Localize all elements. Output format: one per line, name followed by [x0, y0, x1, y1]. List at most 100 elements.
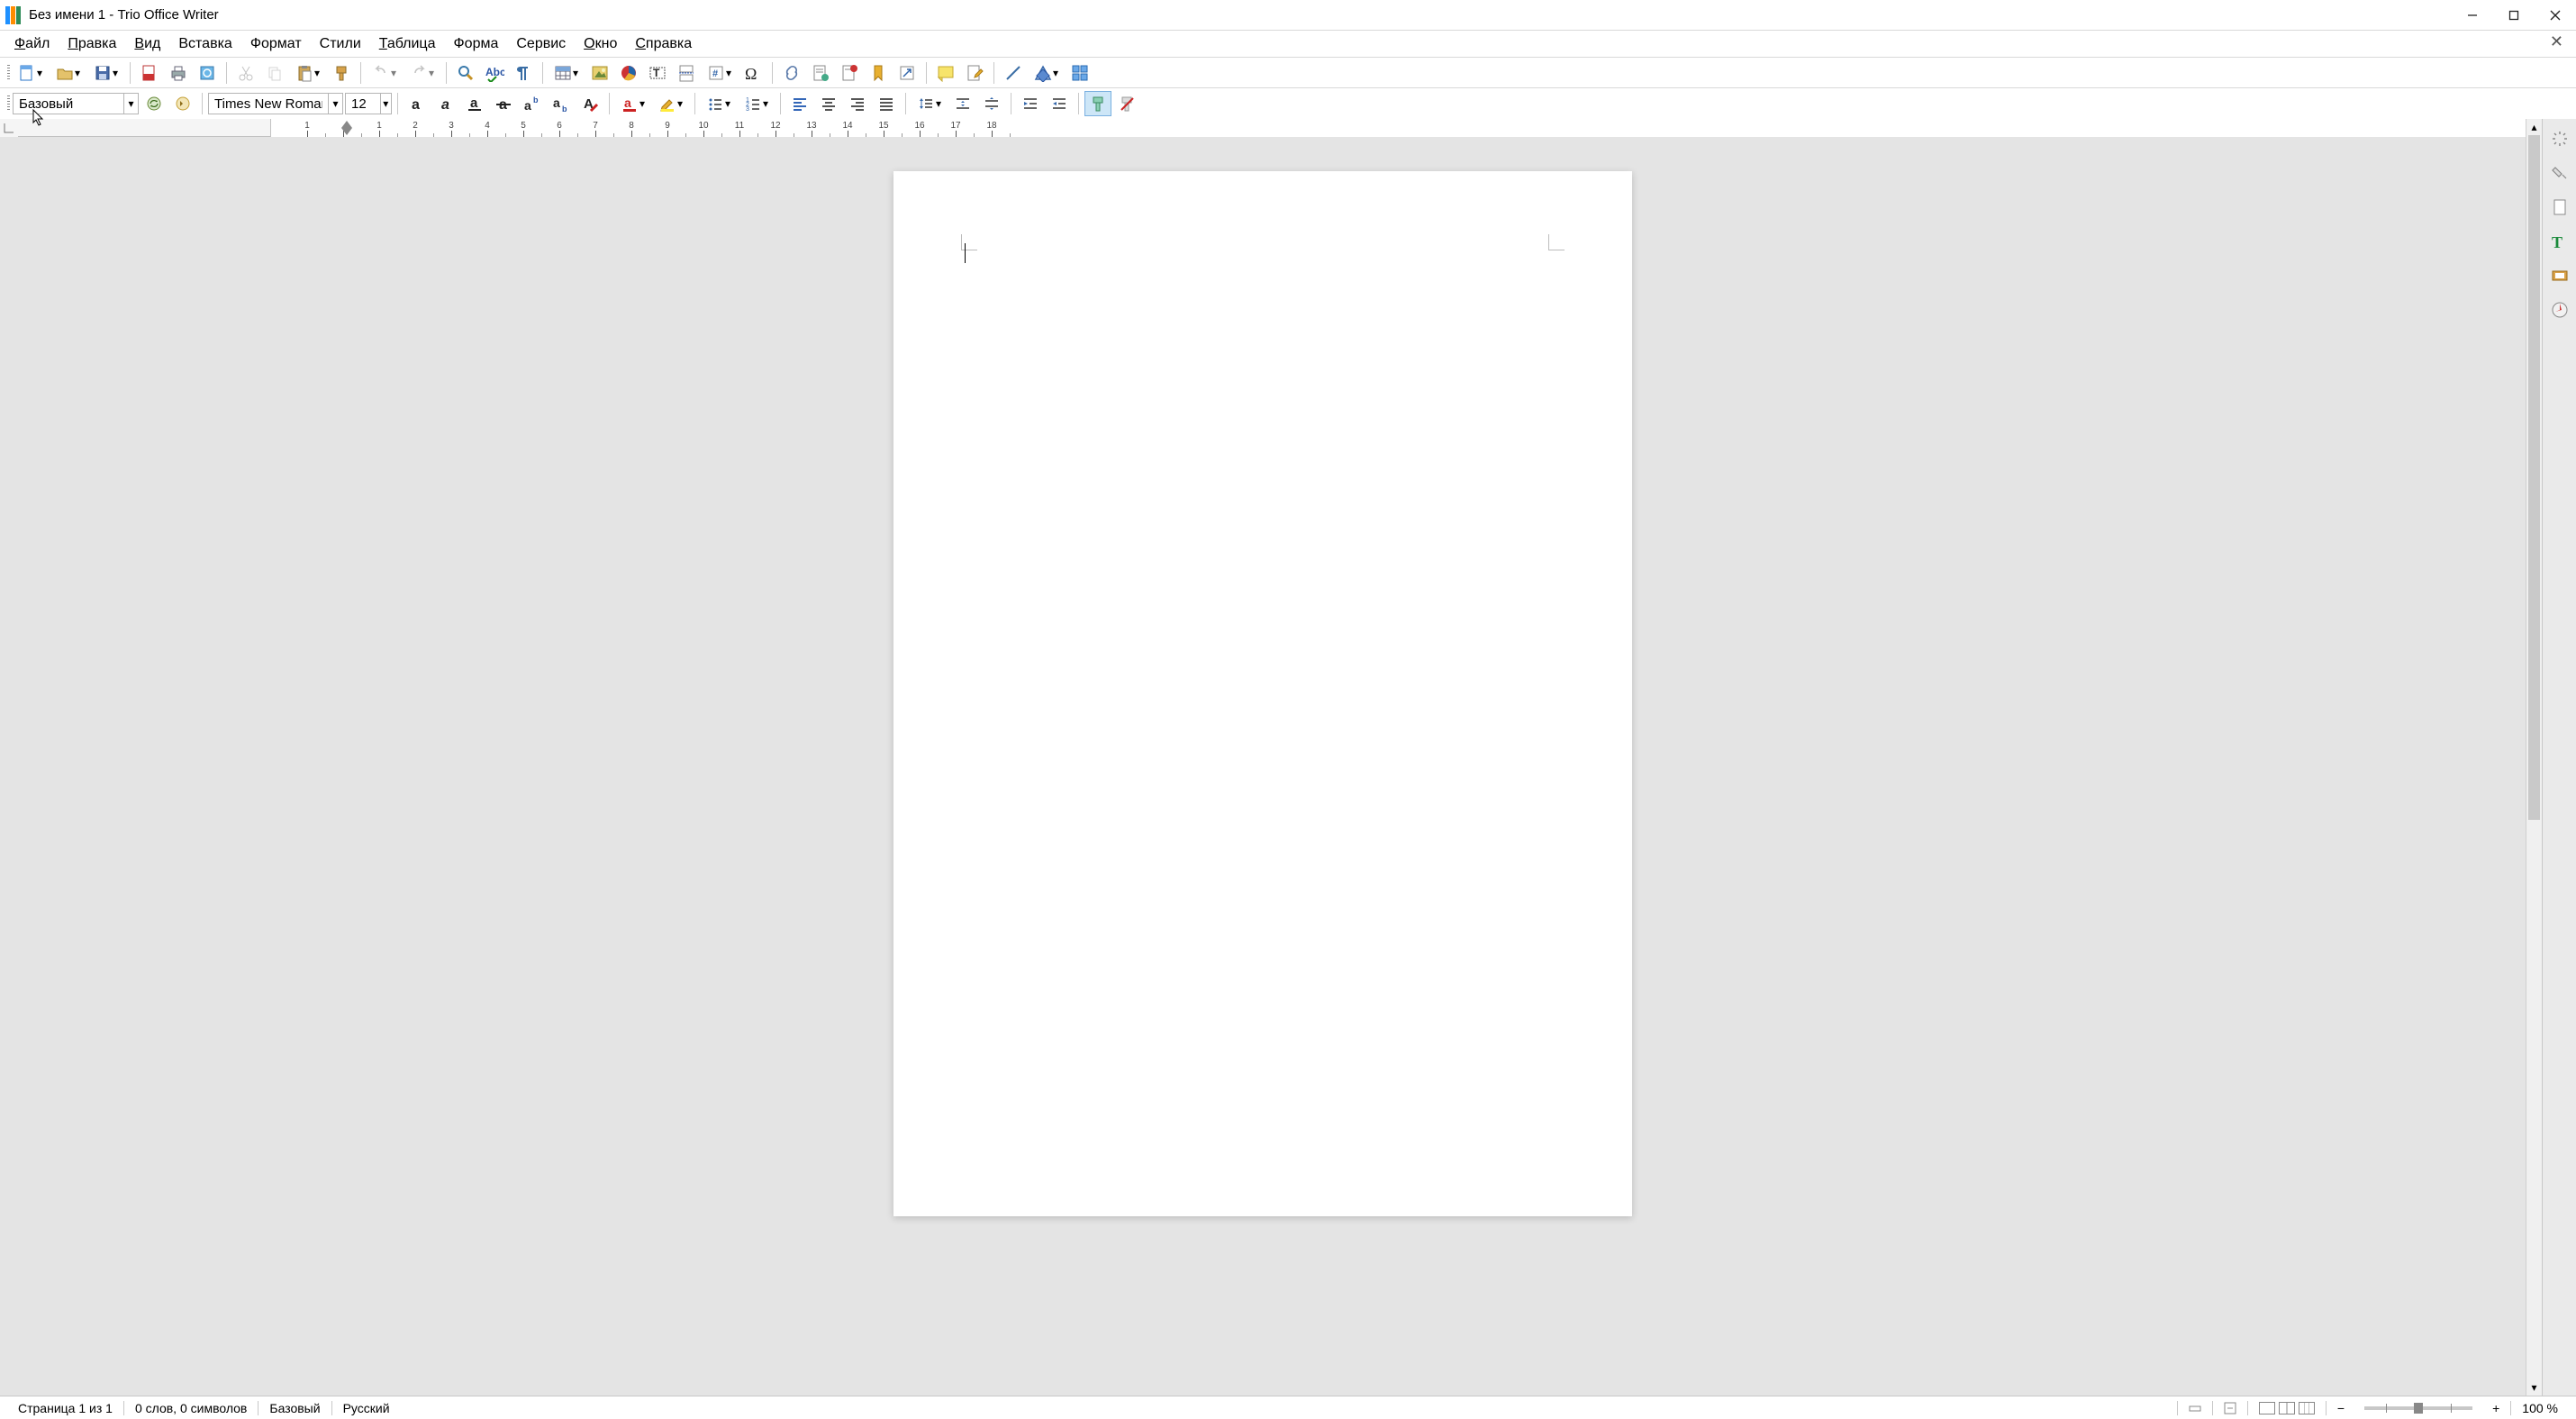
sidebar-navigator-button[interactable] — [2545, 296, 2574, 324]
strikethrough-button[interactable]: a — [490, 91, 517, 116]
align-justify-button[interactable] — [873, 91, 900, 116]
clone-formatting-alt-button[interactable] — [1084, 91, 1111, 116]
insert-cross-ref-button[interactable] — [893, 60, 921, 86]
align-left-button[interactable] — [786, 91, 813, 116]
status-page-style[interactable]: Базовый — [259, 1396, 331, 1419]
menu-вид[interactable]: Вид — [125, 32, 169, 56]
line-spacing-button[interactable]: ▾ — [912, 91, 948, 116]
view-single-page-button[interactable] — [2259, 1402, 2275, 1414]
dropdown-arrow-icon[interactable]: ▾ — [123, 94, 138, 114]
update-style-button[interactable] — [141, 91, 168, 116]
insert-special-char-button[interactable]: Ω — [739, 60, 766, 86]
menu-окно[interactable]: Окно — [575, 32, 626, 56]
scroll-up-button[interactable]: ▴ — [2526, 119, 2542, 135]
decrease-indent-button[interactable] — [1046, 91, 1073, 116]
status-zoom-out[interactable]: − — [2327, 1396, 2355, 1419]
status-zoom-in[interactable]: + — [2481, 1396, 2510, 1419]
increase-indent-button[interactable] — [1017, 91, 1044, 116]
font-size-combo[interactable]: ▾ — [345, 93, 392, 114]
titlebar[interactable]: Без имени 1 - Trio Office Writer — [0, 0, 2576, 31]
insert-footnote-button[interactable] — [807, 60, 834, 86]
find-replace-button[interactable] — [452, 60, 479, 86]
sidebar-styles-button[interactable]: T — [2545, 227, 2574, 256]
font-name-combo[interactable]: ▾ — [208, 93, 343, 114]
numbered-list-button[interactable]: 123▾ — [739, 91, 775, 116]
zoom-slider-knob[interactable] — [2414, 1403, 2423, 1414]
sidebar-settings-button[interactable] — [2545, 124, 2574, 153]
document-viewport[interactable] — [0, 137, 2526, 1396]
menu-стили[interactable]: Стили — [311, 32, 370, 56]
menu-правка[interactable]: Правка — [59, 32, 125, 56]
draw-functions-button[interactable] — [1066, 60, 1093, 86]
horizontal-ruler[interactable]: 1123456789101112131415161718 — [0, 119, 2526, 137]
superscript-button[interactable]: ab — [519, 91, 546, 116]
new-style-button[interactable] — [169, 91, 196, 116]
font-color-button[interactable]: a▾ — [615, 91, 651, 116]
insert-table-button[interactable]: ▾ — [549, 60, 585, 86]
maximize-button[interactable] — [2493, 0, 2535, 31]
redo-button[interactable]: ▾ — [404, 60, 440, 86]
bold-button[interactable]: a — [404, 91, 431, 116]
subscript-button[interactable]: ab — [548, 91, 575, 116]
paragraph-style-input[interactable] — [14, 94, 123, 114]
dropdown-arrow-icon[interactable]: ▾ — [328, 94, 342, 114]
track-changes-button[interactable] — [961, 60, 988, 86]
menu-форма[interactable]: Форма — [445, 32, 508, 56]
minimize-button[interactable] — [2452, 0, 2493, 31]
cut-button[interactable] — [232, 60, 259, 86]
insert-image-button[interactable] — [586, 60, 613, 86]
export-pdf-button[interactable] — [136, 60, 163, 86]
formatting-marks-button[interactable] — [510, 60, 537, 86]
clear-direct-formatting-button[interactable] — [1113, 91, 1140, 116]
paste-button[interactable]: ▾ — [290, 60, 326, 86]
clear-formatting-button[interactable]: A — [576, 91, 603, 116]
status-page[interactable]: Страница 1 из 1 — [7, 1396, 123, 1419]
font-name-input[interactable] — [209, 94, 328, 114]
insert-chart-button[interactable] — [615, 60, 642, 86]
print-button[interactable] — [165, 60, 192, 86]
insert-field-button[interactable]: # ▾ — [702, 60, 738, 86]
open-document-button[interactable]: ▾ — [50, 60, 86, 86]
draw-line-button[interactable] — [1000, 60, 1027, 86]
copy-button[interactable] — [261, 60, 288, 86]
status-zoom-level[interactable]: 100 % — [2511, 1396, 2569, 1419]
italic-button[interactable]: a — [432, 91, 459, 116]
document-page[interactable] — [893, 171, 1632, 1216]
insert-page-break-button[interactable] — [673, 60, 700, 86]
underline-button[interactable]: a — [461, 91, 488, 116]
close-button[interactable] — [2535, 0, 2576, 31]
insert-comment-button[interactable] — [932, 60, 959, 86]
font-size-input[interactable] — [346, 94, 380, 114]
close-document-button[interactable]: ✕ — [2546, 32, 2567, 51]
align-center-button[interactable] — [815, 91, 842, 116]
bullet-list-button[interactable]: ▾ — [701, 91, 737, 116]
dropdown-arrow-icon[interactable]: ▾ — [380, 94, 391, 114]
basic-shapes-button[interactable]: ▾ — [1029, 60, 1065, 86]
status-wordcount[interactable]: 0 слов, 0 символов — [124, 1396, 258, 1419]
decrease-para-spacing-button[interactable] — [978, 91, 1005, 116]
clone-formatting-button[interactable] — [328, 60, 355, 86]
insert-endnote-button[interactable] — [836, 60, 863, 86]
status-insert-mode[interactable] — [2178, 1396, 2212, 1419]
toolbar-grip[interactable] — [5, 92, 11, 115]
increase-para-spacing-button[interactable] — [949, 91, 976, 116]
highlight-color-button[interactable]: ▾ — [653, 91, 689, 116]
menu-вставка[interactable]: Вставка — [169, 32, 240, 56]
sidebar-properties-button[interactable] — [2545, 159, 2574, 187]
menu-таблица[interactable]: Таблица — [370, 32, 445, 56]
menu-файл[interactable]: Файл — [5, 32, 59, 56]
view-book-button[interactable] — [2299, 1402, 2315, 1414]
scroll-down-button[interactable]: ▾ — [2526, 1379, 2542, 1396]
save-document-button[interactable]: ▾ — [88, 60, 124, 86]
vertical-scrollbar[interactable]: ▴ ▾ — [2526, 119, 2542, 1396]
insert-textbox-button[interactable]: T — [644, 60, 671, 86]
print-preview-button[interactable] — [194, 60, 221, 86]
sidebar-page-button[interactable] — [2545, 193, 2574, 222]
menu-формат[interactable]: Формат — [241, 32, 311, 56]
align-right-button[interactable] — [844, 91, 871, 116]
spellcheck-button[interactable]: Abc — [481, 60, 508, 86]
insert-bookmark-button[interactable] — [865, 60, 892, 86]
sidebar-gallery-button[interactable] — [2545, 261, 2574, 290]
new-document-button[interactable]: ▾ — [13, 60, 49, 86]
scroll-thumb[interactable] — [2528, 135, 2540, 820]
